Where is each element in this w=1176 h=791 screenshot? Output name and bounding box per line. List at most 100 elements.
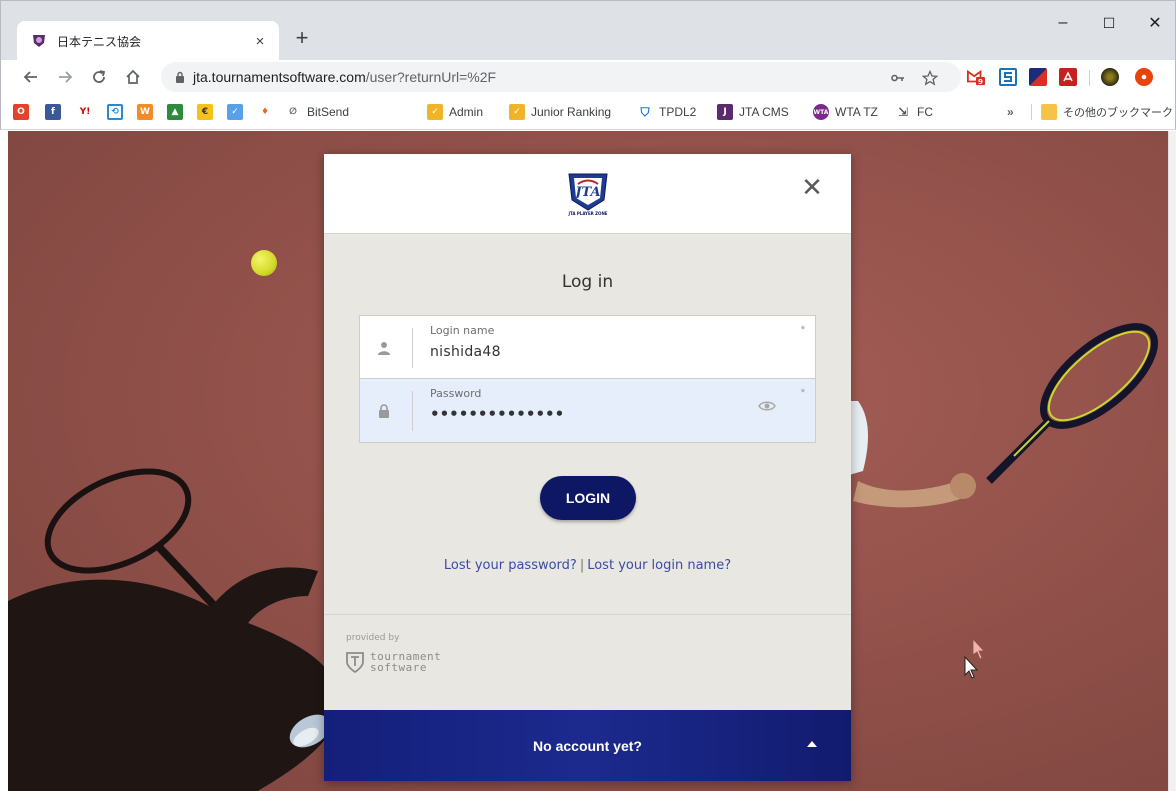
required-mark: * — [800, 324, 805, 336]
bookmark-label: JTA CMS — [739, 105, 789, 119]
document-arrow-icon: ⇲ — [895, 104, 911, 120]
brand-line-2: software — [370, 661, 427, 674]
office-bookmark-icon[interactable]: O — [13, 104, 29, 120]
logo-caption: JTA PLAYER ZONE — [567, 211, 607, 216]
provider-footer: provided by tournament software — [324, 614, 851, 710]
profile-avatar[interactable] — [1101, 68, 1119, 86]
link-separator: | — [579, 558, 585, 573]
window-close-button[interactable]: ✕ — [1133, 11, 1176, 35]
provided-by-label: provided by — [346, 633, 400, 643]
login-name-field[interactable]: Login name nishida48 * — [359, 315, 816, 379]
bookmark-bitsend[interactable]: ∅ BitSend — [285, 102, 349, 122]
minimize-button[interactable]: – — [1041, 11, 1085, 35]
junior-ranking-icon: ✓ — [509, 104, 525, 120]
browser-toolbar: jta.tournamentsoftware.com/user?returnUr… — [0, 60, 1176, 94]
jta-icon: J — [717, 104, 733, 120]
other-bookmarks-folder[interactable]: その他のブックマーク — [1041, 102, 1173, 122]
bookmark-label: Admin — [449, 105, 484, 119]
recovery-links: Lost your password? | Lost your login name… — [324, 558, 851, 573]
bookmark-wta-tz[interactable]: WTA WTA TZ — [813, 102, 878, 122]
bookmark-admin[interactable]: ✓ Admin — [427, 102, 483, 122]
tab-strip: 日本テニス協会 × + – ☐ ✕ — [0, 0, 1176, 61]
bookmark-label: Junior Ranking — [531, 105, 612, 119]
lost-password-link[interactable]: Lost your password? — [444, 558, 577, 573]
back-button[interactable] — [17, 63, 45, 91]
c-bookmark-icon[interactable]: € — [197, 104, 213, 120]
field-divider — [412, 328, 413, 368]
gmail-extension-icon[interactable]: 9 — [967, 68, 985, 86]
url-text: jta.tournamentsoftware.com/user?returnUr… — [193, 69, 496, 85]
url-host: jta.tournamentsoftware.com — [193, 69, 366, 85]
dialog-header: JTA JTA PLAYER ZONE ✕ — [324, 154, 851, 234]
dialog-close-button[interactable]: ✕ — [796, 172, 828, 204]
field-divider — [412, 391, 413, 431]
no-account-label: No account yet? — [533, 737, 642, 754]
sync-bookmark-icon[interactable]: ⟲ — [107, 104, 123, 120]
reload-icon — [93, 70, 106, 83]
bookmark-jta-cms[interactable]: J JTA CMS — [717, 102, 789, 122]
mouse-cursor-icon — [964, 639, 985, 679]
jta-player-zone-logo: JTA JTA PLAYER ZONE — [567, 173, 608, 216]
browser-tab[interactable]: 日本テニス協会 × — [17, 21, 279, 61]
page-scrollbar[interactable] — [1168, 131, 1176, 791]
address-bar[interactable]: jta.tournamentsoftware.com/user?returnUr… — [161, 62, 961, 92]
svg-text:JTA: JTA — [572, 185, 600, 200]
login-name-input[interactable]: nishida48 — [430, 344, 501, 360]
login-button[interactable]: LOGIN — [540, 476, 636, 520]
admin-icon: ✓ — [427, 104, 443, 120]
required-mark: * — [800, 387, 805, 399]
user-icon — [374, 338, 394, 358]
caret-up-icon — [807, 741, 817, 747]
player-arm-image — [828, 401, 976, 508]
s-extension-icon[interactable] — [999, 68, 1017, 86]
page-left-edge — [0, 131, 8, 791]
lock-icon — [176, 71, 184, 83]
show-password-eye-icon[interactable] — [758, 399, 776, 413]
gmail-badge-count: 9 — [978, 77, 983, 86]
new-tab-button[interactable]: + — [290, 27, 314, 51]
password-input[interactable]: •••••••••••••• — [430, 405, 564, 423]
tab-title: 日本テニス協会 — [57, 34, 142, 49]
flame-bookmark-icon[interactable]: ♦ — [257, 104, 273, 120]
wta-icon: WTA — [813, 104, 829, 120]
toolbar-divider — [1089, 70, 1090, 86]
w-bookmark-icon[interactable]: W — [137, 104, 153, 120]
password-field[interactable]: Password •••••••••••••• * — [359, 379, 816, 443]
bookmark-junior-ranking[interactable]: ✓ Junior Ranking — [509, 102, 611, 122]
lost-login-name-link[interactable]: Lost your login name? — [587, 558, 731, 573]
bookmark-star-icon[interactable] — [921, 69, 939, 87]
shield-icon: ⛉ — [637, 104, 653, 120]
folder-icon — [1041, 104, 1057, 120]
dialog-title: Log in — [561, 272, 614, 292]
maximize-button[interactable]: ☐ — [1087, 11, 1131, 35]
back-arrow-icon — [23, 71, 37, 83]
bookmark-tpdl2[interactable]: ⛉ TPDL2 — [637, 102, 696, 122]
password-label: Password — [430, 387, 482, 400]
tournament-software-logo: tournament software — [346, 651, 441, 673]
bookmark-label: TPDL2 — [659, 105, 697, 119]
bookmark-label: WTA TZ — [835, 105, 878, 119]
bookmarks-overflow-button[interactable]: » — [1007, 102, 1014, 122]
tab-close-icon[interactable]: × — [251, 32, 269, 50]
bookmarks-bar: O f Y! ⟲ W ▲ € ✓ ♦ ∅ BitSend ✓ Admin ✓ J… — [0, 94, 1176, 130]
bookmark-fc[interactable]: ⇲ FC — [895, 102, 933, 122]
evernote-bookmark-icon[interactable]: ▲ — [167, 104, 183, 120]
forward-button[interactable] — [51, 63, 79, 91]
red-extension-icon[interactable] — [1135, 68, 1153, 86]
lock-icon — [374, 401, 394, 421]
forward-arrow-icon — [59, 71, 73, 83]
pen-extension-icon[interactable] — [1029, 68, 1047, 86]
pdf-extension-icon[interactable] — [1059, 68, 1077, 86]
no-account-bar[interactable]: No account yet? — [324, 710, 851, 781]
yahoo-bookmark-icon[interactable]: Y! — [77, 104, 93, 120]
jta-favicon-icon — [31, 33, 47, 49]
key-icon[interactable] — [889, 69, 907, 87]
bitsend-icon: ∅ — [285, 104, 301, 120]
url-path: /user?returnUrl=%2F — [365, 69, 497, 85]
home-icon — [126, 69, 140, 84]
reload-button[interactable] — [85, 63, 113, 91]
checklist-bookmark-icon[interactable]: ✓ — [227, 104, 243, 120]
facebook-bookmark-icon[interactable]: f — [45, 104, 61, 120]
login-dialog: JTA JTA PLAYER ZONE ✕ Log in Login name … — [324, 154, 851, 781]
home-button[interactable] — [119, 63, 147, 91]
